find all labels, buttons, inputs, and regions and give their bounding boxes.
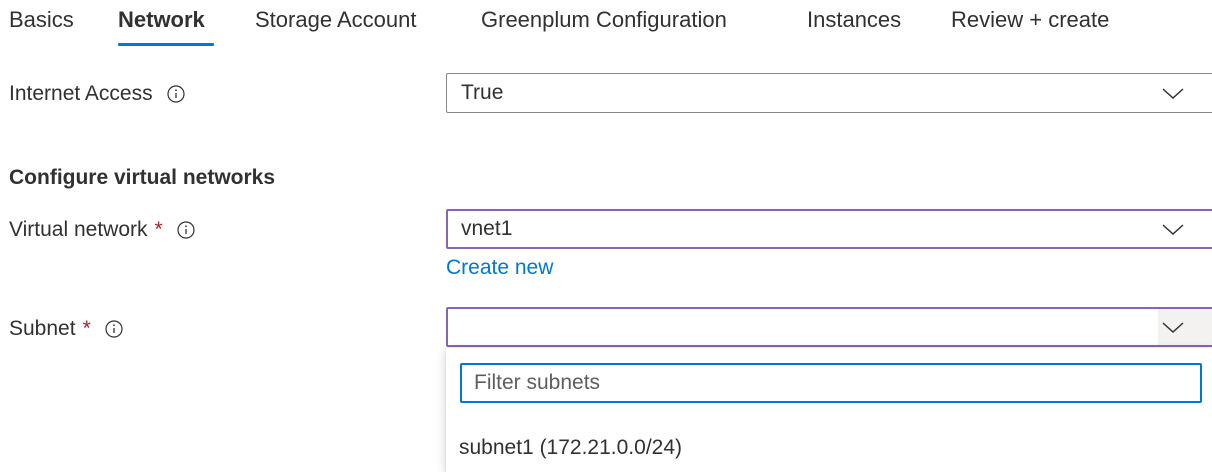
tab-greenplum-configuration[interactable]: Greenplum Configuration (481, 6, 727, 34)
virtual-network-value: vnet1 (461, 217, 513, 240)
chevron-down-icon (1162, 88, 1184, 100)
wizard-tabs: Basics Network Storage Account Greenplum… (0, 0, 1212, 48)
active-tab-indicator (118, 43, 214, 46)
subnet-option-label: subnet1 (172.21.0.0/24) (459, 436, 683, 459)
configure-virtual-networks-heading: Configure virtual networks (9, 166, 276, 189)
tab-network[interactable]: Network (118, 6, 205, 34)
chevron-down-icon (1162, 224, 1184, 236)
tab-review-create[interactable]: Review + create (951, 6, 1109, 34)
tab-basics[interactable]: Basics (9, 6, 74, 34)
filter-subnets-input[interactable] (460, 363, 1202, 403)
info-icon[interactable] (105, 320, 123, 338)
virtual-network-label: Virtual network * (9, 217, 195, 243)
tab-storage-account[interactable]: Storage Account (255, 6, 416, 34)
tab-instances[interactable]: Instances (807, 6, 901, 34)
chevron-down-icon (1162, 322, 1184, 334)
internet-access-label-text: Internet Access (9, 82, 153, 105)
subnet-option[interactable]: subnet1 (172.21.0.0/24) (446, 428, 1212, 472)
subnet-label: Subnet * (9, 316, 123, 342)
internet-access-value: True (461, 81, 504, 104)
create-new-link[interactable]: Create new (446, 255, 553, 281)
network-tab-page: Basics Network Storage Account Greenplum… (0, 0, 1212, 472)
required-marker: * (82, 317, 91, 340)
internet-access-dropdown[interactable]: True (446, 73, 1212, 113)
virtual-network-dropdown[interactable]: vnet1 (446, 209, 1212, 249)
info-icon[interactable] (166, 85, 185, 103)
subnet-dropdown-panel: subnet1 (172.21.0.0/24) (446, 348, 1212, 472)
subnet-dropdown[interactable] (446, 307, 1212, 347)
internet-access-label: Internet Access (9, 81, 185, 107)
required-marker: * (154, 218, 163, 241)
virtual-network-label-text: Virtual network (9, 218, 148, 241)
subnet-label-text: Subnet (9, 317, 76, 340)
info-icon[interactable] (177, 221, 195, 239)
